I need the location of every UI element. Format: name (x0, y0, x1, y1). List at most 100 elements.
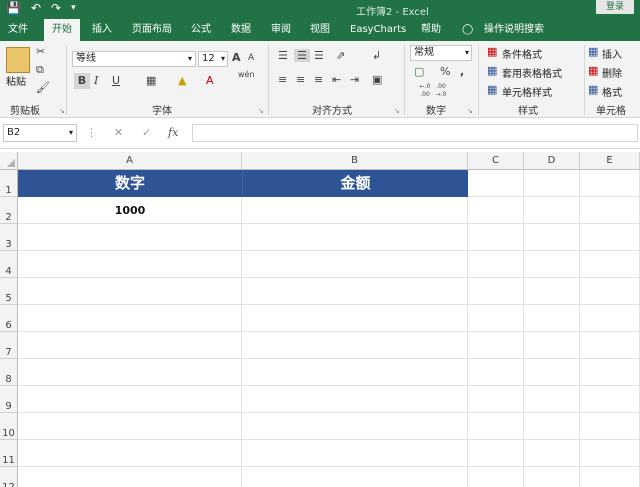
row-header-12[interactable]: 12 (0, 467, 18, 487)
cell-e8[interactable] (580, 359, 640, 386)
tab-formulas[interactable]: 公式 (191, 19, 211, 41)
increase-indent-icon[interactable]: ⇥ (350, 73, 359, 86)
cell-c3[interactable] (468, 224, 524, 251)
cell-d12[interactable] (524, 467, 580, 487)
cell-b11[interactable] (242, 440, 468, 467)
align-center-icon[interactable]: ≡ (296, 73, 305, 86)
font-launcher-icon[interactable]: ↘ (258, 107, 264, 115)
cell-c9[interactable] (468, 386, 524, 413)
insert-cells-icon[interactable]: ▦ (588, 45, 598, 58)
tab-file[interactable]: 文件 (8, 19, 28, 41)
tell-me-search[interactable]: 操作说明搜索 (484, 19, 544, 41)
delete-cells-button[interactable]: 删除 (602, 65, 622, 80)
cell-c7[interactable] (468, 332, 524, 359)
cell-c5[interactable] (468, 278, 524, 305)
cell-c10[interactable] (468, 413, 524, 440)
tab-page-layout[interactable]: 页面布局 (132, 19, 172, 41)
insert-function-button[interactable]: fx (168, 126, 178, 139)
cell-b8[interactable] (242, 359, 468, 386)
tab-review[interactable]: 审阅 (271, 19, 291, 41)
cell-d11[interactable] (524, 440, 580, 467)
cell-e5[interactable] (580, 278, 640, 305)
font-color-button[interactable]: A (206, 74, 214, 87)
tab-easycharts[interactable]: EasyCharts (350, 19, 406, 41)
orientation-icon[interactable]: ⇗ (336, 49, 345, 62)
insert-cells-button[interactable]: 插入 (602, 46, 622, 61)
row-header-11[interactable]: 11 (0, 440, 18, 467)
cell-c1[interactable] (468, 170, 524, 197)
cell-a12[interactable] (18, 467, 242, 487)
signin-button[interactable]: 登录 (596, 0, 634, 14)
cell-d10[interactable] (524, 413, 580, 440)
cell-a7[interactable] (18, 332, 242, 359)
merge-center-icon[interactable]: ▣ (372, 73, 382, 86)
cell-a10[interactable] (18, 413, 242, 440)
customize-icon[interactable]: ▾ (71, 3, 76, 13)
delete-cells-icon[interactable]: ▦ (588, 64, 598, 77)
cell-e6[interactable] (580, 305, 640, 332)
cell-styles-icon[interactable]: ▦ (487, 83, 497, 96)
align-left-icon[interactable]: ≡ (278, 73, 287, 86)
cell-b9[interactable] (242, 386, 468, 413)
cell-c11[interactable] (468, 440, 524, 467)
number-launcher-icon[interactable]: ↘ (467, 107, 473, 115)
copy-icon[interactable]: ⧉ (36, 63, 44, 77)
fill-color-icon[interactable]: ▲ (178, 74, 186, 87)
align-right-icon[interactable]: ≡ (314, 73, 323, 86)
redo-icon[interactable]: ↷ (51, 1, 61, 15)
cell-a2[interactable]: 1000 (18, 197, 242, 224)
formula-input[interactable] (192, 124, 638, 142)
row-header-7[interactable]: 7 (0, 332, 18, 359)
row-header-9[interactable]: 9 (0, 386, 18, 413)
tab-data[interactable]: 数据 (231, 19, 251, 41)
cell-e10[interactable] (580, 413, 640, 440)
cell-a8[interactable] (18, 359, 242, 386)
row-header-2[interactable]: 2 (0, 197, 18, 224)
cell-e11[interactable] (580, 440, 640, 467)
font-name-select[interactable]: 等线 ▾ (72, 51, 196, 67)
border-icon[interactable]: ▦ (146, 74, 156, 87)
grow-font-icon[interactable]: A (232, 51, 241, 64)
cell-d9[interactable] (524, 386, 580, 413)
cell-e1[interactable] (580, 170, 640, 197)
column-header-c[interactable]: C (468, 152, 524, 170)
italic-button[interactable]: I (94, 74, 98, 87)
row-header-3[interactable]: 3 (0, 224, 18, 251)
conditional-format-button[interactable]: 条件格式 (502, 46, 542, 61)
cell-b5[interactable] (242, 278, 468, 305)
format-cells-button[interactable]: 格式 (602, 84, 622, 99)
row-header-1[interactable]: 1 (0, 170, 18, 197)
row-header-10[interactable]: 10 (0, 413, 18, 440)
phonetic-icon[interactable]: wén (238, 70, 255, 79)
format-as-table-button[interactable]: 套用表格格式 (502, 65, 562, 80)
select-all-button[interactable] (0, 152, 18, 170)
conditional-format-icon[interactable]: ▦ (487, 45, 497, 58)
underline-button[interactable]: U (112, 74, 120, 87)
cell-c8[interactable] (468, 359, 524, 386)
name-box[interactable]: B2 ▾ (3, 124, 77, 142)
tab-view[interactable]: 视图 (310, 19, 330, 41)
row-header-6[interactable]: 6 (0, 305, 18, 332)
column-header-e[interactable]: E (580, 152, 640, 170)
table-format-icon[interactable]: ▦ (487, 64, 497, 77)
paste-button[interactable]: 粘贴 (6, 73, 26, 88)
cell-a11[interactable] (18, 440, 242, 467)
align-top-icon[interactable]: ☰ (278, 49, 288, 62)
accounting-format-icon[interactable]: ▢ (414, 65, 424, 78)
tab-home[interactable]: 开始 (44, 19, 80, 41)
tab-help[interactable]: 帮助 (421, 19, 441, 41)
font-size-select[interactable]: 12 ▾ (198, 51, 228, 67)
percent-button[interactable]: % (440, 65, 450, 78)
cell-e2[interactable] (580, 197, 640, 224)
cell-e12[interactable] (580, 467, 640, 487)
enter-icon[interactable]: ✓ (142, 126, 151, 139)
decrease-decimal-button[interactable]: .00 →.0 (430, 83, 452, 99)
cell-a9[interactable] (18, 386, 242, 413)
cell-c2[interactable] (468, 197, 524, 224)
cell-c6[interactable] (468, 305, 524, 332)
cell-e7[interactable] (580, 332, 640, 359)
alignment-launcher-icon[interactable]: ↘ (394, 107, 400, 115)
cell-b3[interactable] (242, 224, 468, 251)
number-format-select[interactable]: 常规 ▾ (410, 45, 472, 61)
cell-c4[interactable] (468, 251, 524, 278)
